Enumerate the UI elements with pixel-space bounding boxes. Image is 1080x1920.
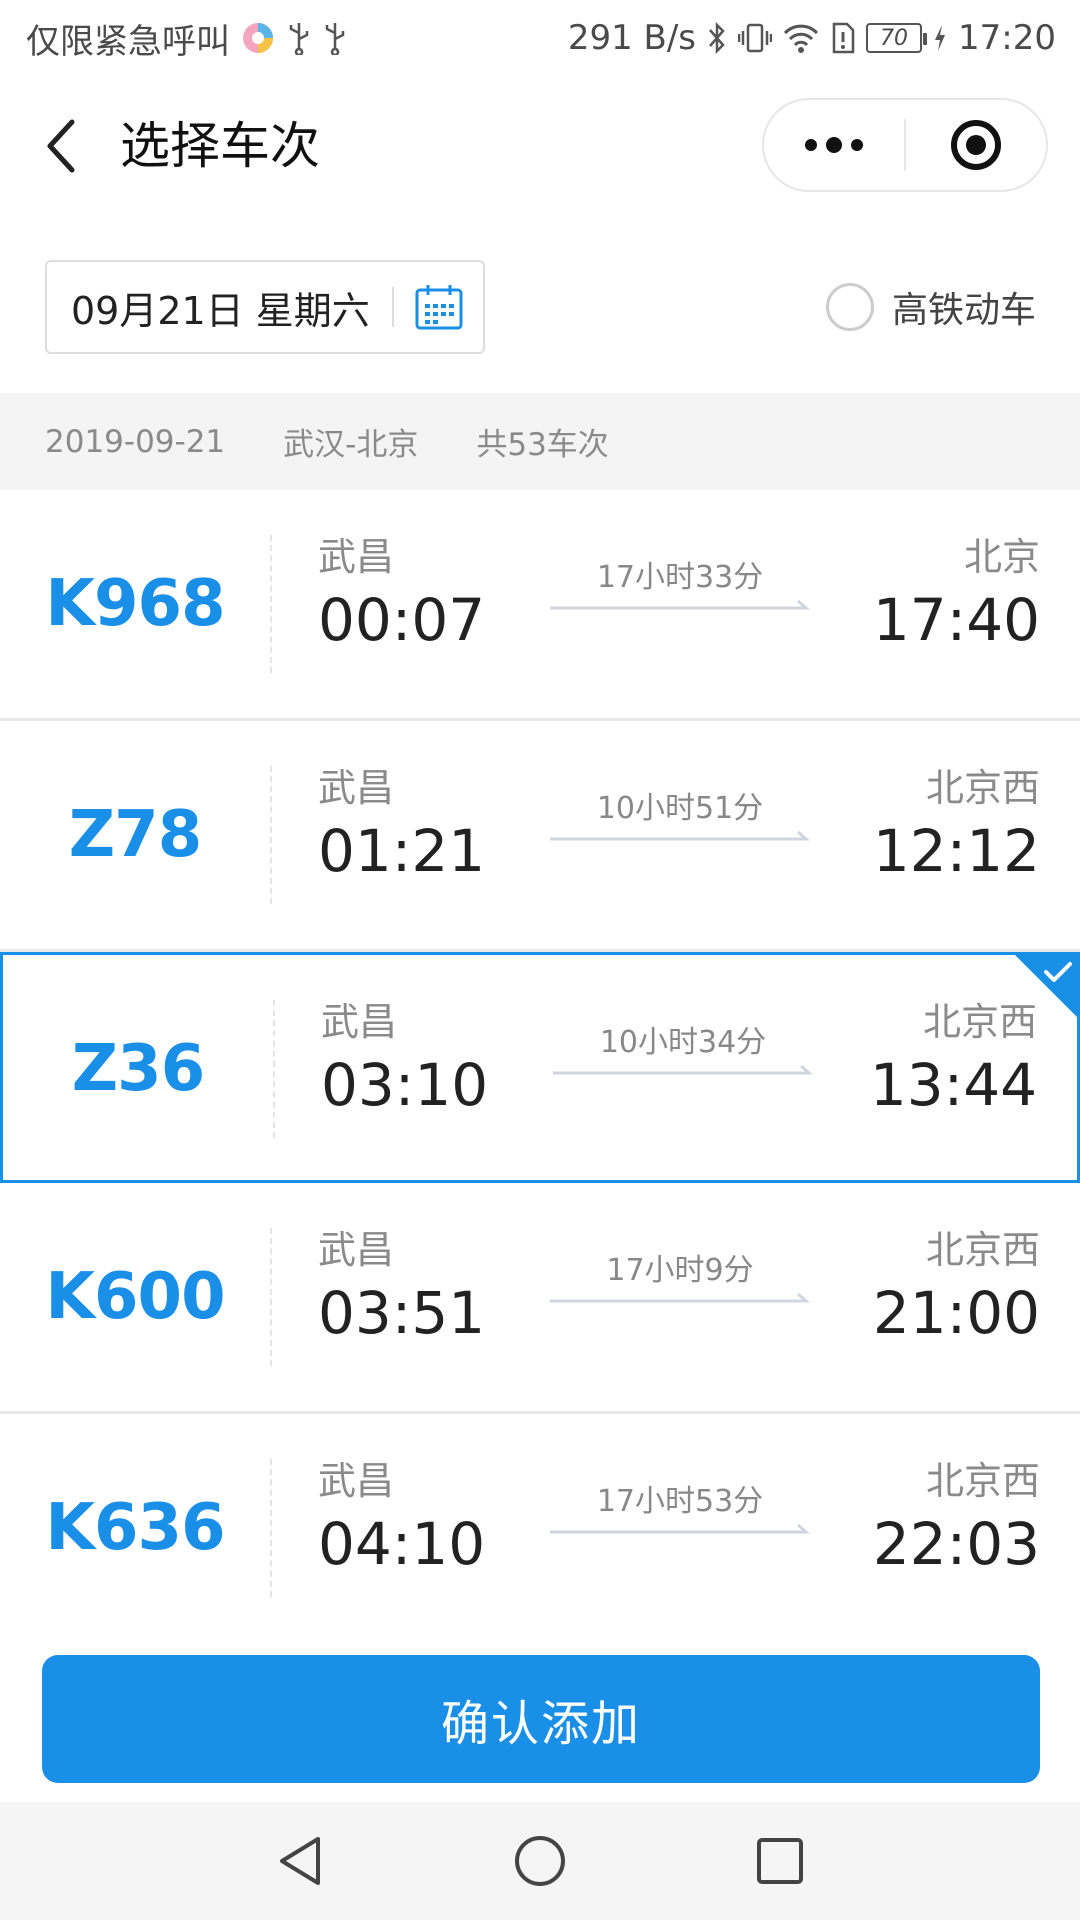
trip-duration: 10小时34分 [599, 1025, 767, 1060]
arrow-right-icon [550, 830, 810, 841]
arrival-time: 21:00 [872, 1279, 1040, 1347]
row-divider [270, 766, 272, 904]
arrow-right-icon [550, 599, 810, 610]
date-separator [391, 287, 394, 327]
summary-count: 共53车次 [476, 427, 609, 463]
high-speed-filter[interactable]: 高铁动车 [826, 282, 1036, 332]
arrival-station: 北京西 [925, 1228, 1040, 1272]
departure-station: 武昌 [318, 766, 395, 810]
battery-icon: 70 [866, 23, 928, 53]
train-number: K968 [45, 567, 225, 641]
close-mini-program-button[interactable] [906, 98, 1046, 192]
system-nav-bar [0, 1802, 1080, 1920]
date-value: 09月21日 星期六 [71, 288, 370, 333]
arrival-time: 22:03 [872, 1510, 1040, 1578]
trip-duration: 10小时51分 [596, 791, 764, 826]
system-recent-button[interactable] [735, 1816, 825, 1906]
trip-duration: 17小时53分 [596, 1484, 764, 1519]
status-left: 仅限紧急呼叫 [26, 14, 348, 63]
arrow-right-icon [553, 1064, 813, 1075]
train-row[interactable]: Z78 武昌 01:21 10小时51分 北京西 12:12 [0, 721, 1080, 952]
nav-bar: 选择车次 [0, 76, 1080, 216]
mini-program-capsule [762, 98, 1048, 192]
sim-alert-icon [830, 21, 856, 55]
usb-icon [322, 21, 348, 55]
more-button[interactable] [764, 98, 904, 192]
back-button[interactable] [34, 114, 90, 178]
wifi-icon [782, 21, 820, 55]
arrival-time: 13:44 [869, 1051, 1037, 1119]
target-close-icon [950, 120, 1001, 170]
departure-station: 武昌 [321, 1000, 398, 1044]
charging-icon [932, 23, 948, 53]
departure-time: 03:51 [318, 1279, 486, 1347]
network-speed: 291 B/s [567, 18, 697, 58]
page-title: 选择车次 [120, 117, 320, 175]
arrival-time: 17:40 [872, 586, 1040, 654]
circle-home-icon [515, 1836, 565, 1886]
trip-duration: 17小时33分 [596, 560, 764, 595]
row-divider [270, 1228, 272, 1366]
calendar-icon [415, 285, 463, 330]
departure-time: 04:10 [318, 1510, 486, 1578]
arrow-right-icon [550, 1292, 810, 1303]
train-number: K636 [45, 1491, 225, 1565]
high-speed-label: 高铁动车 [892, 290, 1037, 331]
date-picker[interactable]: 09月21日 星期六 [45, 260, 485, 354]
usb-icon [286, 21, 312, 55]
checkmark-icon [1012, 952, 1080, 1020]
arrival-station: 北京西 [925, 766, 1040, 810]
search-summary: 2019-09-21 武汉-北京 共53车次 [0, 393, 1080, 490]
chevron-left-icon [47, 119, 75, 173]
arrow-right-icon [550, 1523, 810, 1534]
arrival-station: 北京 [963, 535, 1040, 579]
train-row[interactable]: K968 武昌 00:07 17小时33分 北京 17:40 [0, 490, 1080, 721]
departure-time: 01:21 [318, 817, 486, 885]
status-bar: 仅限紧急呼叫 291 B/s 70 17:20 [0, 0, 1080, 76]
departure-station: 武昌 [318, 1228, 395, 1272]
more-dots-icon [805, 137, 863, 153]
app-notification-icon [240, 20, 276, 56]
train-number: Z78 [68, 798, 202, 872]
departure-station: 武昌 [318, 535, 395, 579]
confirm-add-button[interactable]: 确认添加 [42, 1655, 1040, 1783]
train-row-selected[interactable]: Z36 武昌 03:10 10小时34分 北京西 13:44 [0, 952, 1080, 1183]
square-recent-icon [757, 1838, 803, 1884]
row-divider [270, 535, 272, 673]
row-divider [270, 1459, 272, 1597]
summary-route: 武汉-北京 [283, 427, 419, 463]
system-home-button[interactable] [495, 1816, 585, 1906]
arrival-time: 12:12 [872, 817, 1040, 885]
triangle-back-icon [280, 1837, 320, 1885]
row-divider [273, 1000, 275, 1138]
arrival-station: 北京西 [925, 1459, 1040, 1503]
train-number: Z36 [71, 1032, 205, 1106]
departure-time: 00:07 [318, 586, 486, 654]
clock: 17:20 [958, 18, 1056, 58]
train-row[interactable]: K636 武昌 04:10 17小时53分 北京西 22:03 [0, 1414, 1080, 1620]
train-row[interactable]: K600 武昌 03:51 17小时9分 北京西 21:00 [0, 1183, 1080, 1414]
bluetooth-icon [706, 21, 728, 55]
high-speed-radio[interactable] [826, 283, 874, 331]
vibrate-icon [738, 21, 773, 55]
departure-station: 武昌 [318, 1459, 395, 1503]
departure-time: 03:10 [321, 1051, 489, 1119]
train-number: K600 [45, 1260, 225, 1334]
carrier-text: 仅限紧急呼叫 [26, 21, 230, 62]
summary-date: 2019-09-21 [45, 423, 226, 460]
train-list: K968 武昌 00:07 17小时33分 北京 17:40 Z78 武昌 01… [0, 490, 1080, 1620]
trip-duration: 17小时9分 [606, 1253, 754, 1288]
system-back-button[interactable] [255, 1816, 345, 1906]
status-right: 291 B/s 70 17:20 [568, 18, 1056, 58]
